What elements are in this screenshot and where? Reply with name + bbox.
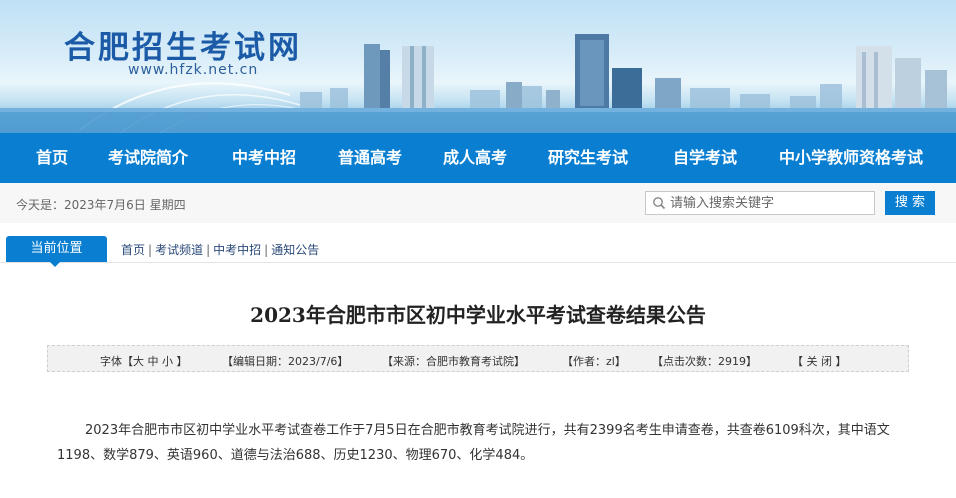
search-input[interactable]	[670, 194, 870, 212]
click-count: 【点击次数：2919】	[652, 355, 757, 368]
site-url: www.hfzk.net.cn	[128, 62, 259, 78]
header-banner: 合肥招生考试网 www.hfzk.net.cn	[0, 0, 956, 133]
breadcrumb-home[interactable]: 首页	[121, 243, 145, 257]
nav-item-postgraduate[interactable]: 研究生考试	[548, 148, 628, 168]
font-size-switcher[interactable]: 字体【大 中 小 】	[100, 353, 188, 369]
article-source: 【来源：合肥市教育考试院】	[382, 355, 525, 368]
article-author: 【作者：zl】	[562, 355, 626, 368]
nav-item-institute-intro[interactable]: 考试院简介	[108, 148, 188, 168]
nav-item-adult-college[interactable]: 成人高考	[443, 148, 507, 168]
breadcrumb-separator: |	[148, 243, 153, 257]
breadcrumb-label: 当前位置	[6, 236, 107, 262]
breadcrumb-label-pointer	[50, 262, 60, 267]
search-icon	[653, 197, 666, 210]
nav-item-home[interactable]: 首页	[36, 148, 68, 168]
breadcrumb-separator: |	[264, 243, 269, 257]
breadcrumb: 当前位置 首页 | 考试频道 | 中考中招 | 通知公告	[0, 233, 956, 267]
nav-item-self-study[interactable]: 自学考试	[673, 148, 737, 168]
breadcrumb-high-school-entrance[interactable]: 中考中招	[213, 243, 261, 257]
main-nav: 首页 考试院简介 中考中招 普通高考 成人高考 研究生考试 自学考试 中小学教师…	[0, 133, 956, 183]
breadcrumb-notices[interactable]: 通知公告	[271, 243, 319, 257]
today-date: 今天是：2023年7月6日 星期四	[16, 198, 186, 212]
nav-item-high-school-entrance[interactable]: 中考中招	[232, 148, 296, 168]
info-bar: 今天是：2023年7月6日 星期四 搜 索	[0, 183, 956, 223]
close-link[interactable]: 【 关 闭 】	[792, 353, 847, 369]
nav-item-teacher-qualification[interactable]: 中小学教师资格考试	[779, 148, 923, 168]
article-meta-bar: 字体【大 中 小 】 【编辑日期：2023/7/6】 【来源：合肥市教育考试院】…	[47, 345, 909, 372]
edit-date: 【编辑日期：2023/7/6】	[222, 355, 349, 368]
site-logo-title: 合肥招生考试网	[64, 30, 302, 66]
search-box[interactable]	[645, 191, 875, 215]
search-button[interactable]: 搜 索	[885, 191, 935, 215]
breadcrumb-separator: |	[206, 243, 211, 257]
breadcrumb-exam-channel[interactable]: 考试频道	[155, 243, 203, 257]
nav-item-college-entrance[interactable]: 普通高考	[338, 148, 402, 168]
article-title: 2023年合肥市市区初中学业水平考试查卷结果公告	[250, 303, 706, 327]
article-body: 2023年合肥市市区初中学业水平考试查卷工作于7月5日在合肥市教育考试院进行，共…	[57, 423, 890, 463]
breadcrumb-trail: 首页 | 考试频道 | 中考中招 | 通知公告	[121, 241, 319, 258]
